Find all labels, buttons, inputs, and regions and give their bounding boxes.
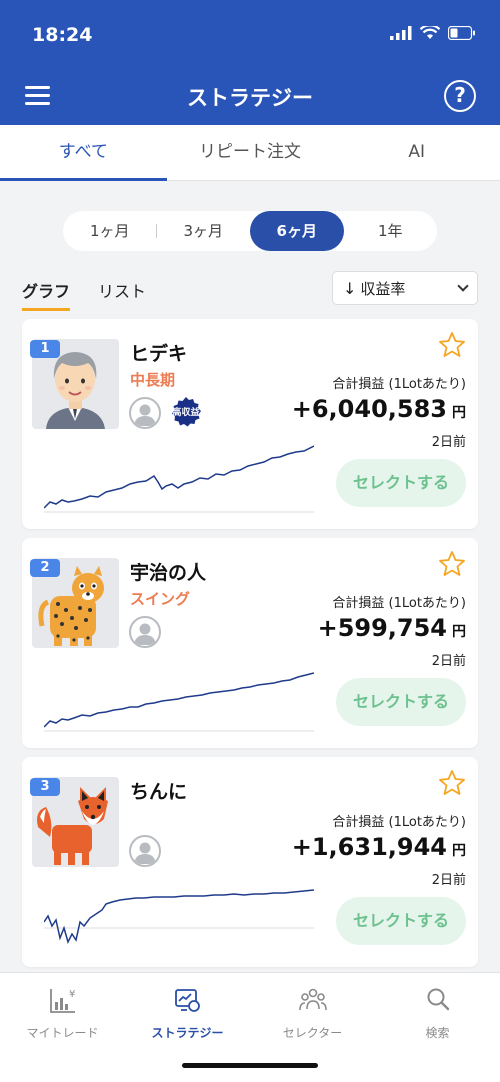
profit-amount: +1,631,944 [291,833,447,861]
sort-label: 収益率 [360,279,406,298]
strategy-card[interactable]: 1 ヒデキ 中長期 高収益 合計損益 (1Lotあたり) +6,040,583 円… [22,319,478,529]
updated-ago: 2日前 [431,654,466,669]
high-profit-badge: 高収益 [170,396,202,428]
select-button[interactable]: セレクトする [336,678,466,726]
period-1m[interactable]: 1ヶ月 [63,211,157,251]
profit-value: +599,754 円 [318,614,466,642]
search-icon [427,988,449,1011]
profit-label: 合計損益 (1Lotあたり) [332,815,466,830]
performance-sparkline [44,889,314,945]
user-icon [129,397,161,429]
strategy-icon [174,989,200,1012]
nav-my-trade[interactable]: ¥ マイトレード [0,973,125,1082]
profit-value: +1,631,944 円 [292,833,466,861]
page-title: ストラテジー [187,86,313,110]
strategy-name: ちんに [130,781,188,803]
svg-text:¥: ¥ [69,989,75,1000]
rank-badge: 3 [30,778,60,796]
profit-label: 合計損益 (1Lotあたり) [332,377,466,392]
favorite-star-icon[interactable] [438,769,466,797]
status-icons [390,26,476,40]
rank-badge: 2 [30,559,60,577]
user-icon [129,835,161,867]
profit-value: +6,040,583 円 [292,395,466,423]
profit-amount: +6,040,583 [291,395,447,423]
nav-search[interactable]: 検索 [375,973,500,1082]
category-tabs: すべて リピート注文 AI [0,125,500,181]
signal-icon [390,26,412,40]
view-tabs: グラフ リスト [22,278,146,311]
tab-repeat-order[interactable]: リピート注文 [167,125,334,180]
help-button[interactable]: ? [444,80,476,112]
sort-arrow-icon: ↓ [343,278,357,298]
strategy-name: 宇治の人 [130,562,207,584]
wifi-icon [420,26,440,39]
favorite-star-icon[interactable] [438,331,466,359]
select-button[interactable]: セレクトする [336,897,466,945]
strategy-card[interactable]: 2 宇治の人 スイング 合計損益 (1Lotあたり) +599,754 円 2日前… [22,538,478,748]
status-time: 18:24 [32,24,93,46]
yen-unit: 円 [452,405,466,421]
period-1y[interactable]: 1年 [344,211,438,251]
sort-select[interactable]: ↓ 収益率 [332,271,478,305]
performance-sparkline [44,672,314,732]
strategy-type: スイング [130,590,191,608]
strategy-name: ヒデキ [130,343,188,365]
updated-ago: 2日前 [431,435,466,450]
performance-sparkline [44,445,314,513]
profit-amount: +599,754 [317,614,447,642]
people-icon [298,988,327,1011]
tab-all[interactable]: すべて [0,125,167,181]
chevron-down-icon [457,280,469,292]
nav-label: 検索 [425,1026,450,1040]
chart-yen-icon: ¥ [49,989,75,1013]
profit-label: 合計損益 (1Lotあたり) [332,596,466,611]
tab-ai[interactable]: AI [333,125,500,180]
yen-unit: 円 [452,843,466,859]
view-tab-graph[interactable]: グラフ [22,278,71,311]
app-header: 18:24 ストラテジー ? [0,0,500,125]
user-icon [129,616,161,648]
home-indicator [182,1063,318,1068]
updated-ago: 2日前 [431,873,466,888]
select-button[interactable]: セレクトする [336,459,466,507]
rank-badge: 1 [30,340,60,358]
period-selector: 1ヶ月 3ヶ月 6ヶ月 1年 [63,211,437,251]
favorite-star-icon[interactable] [438,550,466,578]
nav-label: ストラテジー [151,1026,224,1040]
battery-icon [448,26,475,40]
badge-label: 高収益 [172,408,200,418]
strategy-type: 中長期 [130,371,176,389]
nav-label: セレクター [282,1026,343,1040]
nav-label: マイトレード [26,1026,99,1040]
yen-unit: 円 [452,624,466,640]
strategy-card[interactable]: 3 ちんに 合計損益 (1Lotあたり) +1,631,944 円 2日前 セレク… [22,757,478,967]
view-tab-list[interactable]: リスト [98,278,146,311]
period-6m[interactable]: 6ヶ月 [250,211,344,251]
period-3m[interactable]: 3ヶ月 [157,211,251,251]
